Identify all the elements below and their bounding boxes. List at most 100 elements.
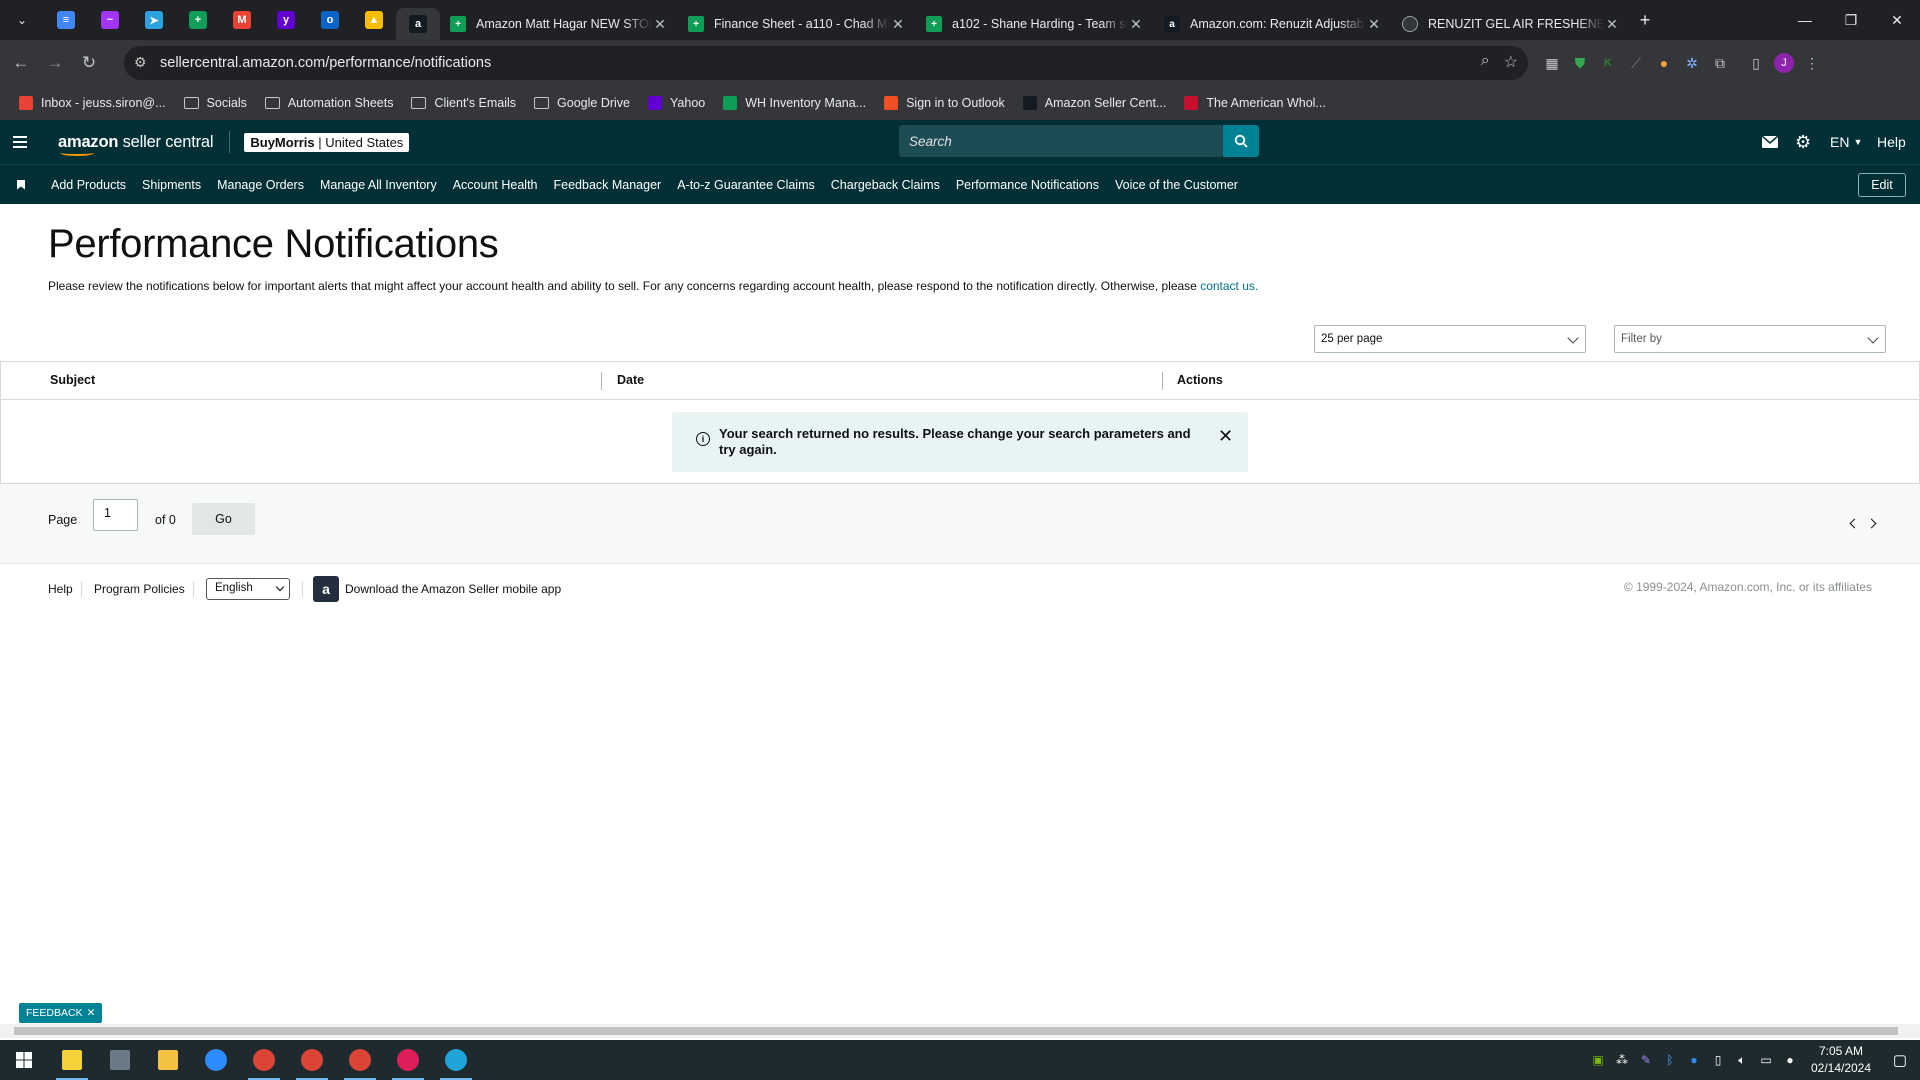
close-tab-icon[interactable]: ✕ — [1128, 16, 1144, 33]
taskbar-app[interactable] — [336, 1040, 384, 1080]
filter-select[interactable]: Filter by — [1614, 325, 1886, 353]
taskbar-app[interactable] — [96, 1040, 144, 1080]
pinned-tab[interactable]: + — [176, 0, 220, 40]
language-selector[interactable]: EN ▼ — [1830, 120, 1862, 164]
account-switcher[interactable]: BuyMorris | United States — [244, 132, 410, 152]
close-tab-icon[interactable]: ✕ — [652, 16, 668, 33]
bookmark-star-icon[interactable]: ☆ — [1504, 52, 1518, 72]
search-button[interactable] — [1223, 125, 1259, 157]
pinned-tab[interactable]: o — [308, 0, 352, 40]
zoom-icon[interactable]: ⌕ — [1481, 52, 1490, 72]
search-input[interactable]: Search — [899, 125, 1223, 157]
address-bar[interactable]: ⚙ sellercentral.amazon.com/performance/n… — [124, 46, 1528, 80]
seller-central-logo[interactable]: amazon seller central — [58, 133, 214, 156]
pen-icon[interactable]: ✎ — [1634, 1040, 1658, 1080]
extensions-puzzle-icon[interactable]: ⧉ — [1706, 46, 1734, 80]
amazon-app-icon[interactable]: a — [313, 576, 339, 602]
bookmark-item[interactable]: Yahoo — [639, 89, 714, 117]
qr-extension-icon[interactable]: ▦ — [1538, 46, 1566, 80]
nav-item[interactable]: Chargeback Claims — [831, 178, 940, 192]
taskbar-app[interactable] — [384, 1040, 432, 1080]
per-page-select[interactable]: 25 per page — [1314, 325, 1586, 353]
go-button[interactable]: Go — [192, 503, 255, 535]
bookmark-item[interactable]: Sign in to Outlook — [875, 89, 1014, 117]
mail-icon[interactable] — [1762, 120, 1778, 164]
next-page-icon[interactable] — [1866, 518, 1877, 529]
gear-extension-icon[interactable]: ✲ — [1678, 46, 1706, 80]
pinned-tab[interactable]: ≡ — [44, 0, 88, 40]
nav-item[interactable]: Account Health — [453, 178, 538, 192]
settings-gear-icon[interactable]: ⚙ — [1795, 120, 1811, 164]
pinned-tab[interactable]: a — [396, 8, 440, 40]
nav-item[interactable]: Manage All Inventory — [320, 178, 437, 192]
pinned-tab[interactable]: ▲ — [352, 0, 396, 40]
bookmark-item[interactable]: Inbox - jeuss.siron@... — [10, 89, 175, 117]
help-link[interactable]: Help — [1877, 120, 1906, 164]
nav-item[interactable]: A-to-z Guarantee Claims — [677, 178, 815, 192]
new-tab-button[interactable]: + — [1630, 0, 1660, 40]
nav-item[interactable]: Feedback Manager — [554, 178, 662, 192]
browser-tab[interactable]: RENUZIT GEL AIR FRESHENER-T✕ — [1392, 8, 1630, 40]
bookmark-item[interactable]: Client's Emails — [402, 89, 525, 117]
browser-tab[interactable]: a Amazon.com: Renuzit Adjustab ✕ — [1154, 8, 1392, 40]
bookmark-item[interactable]: The American Whol... — [1175, 89, 1335, 117]
forward-button[interactable]: → — [38, 46, 72, 80]
taskbar-app[interactable] — [240, 1040, 288, 1080]
bookmark-item[interactable]: WH Inventory Mana... — [714, 89, 875, 117]
browser-menu-icon[interactable]: ⋮ — [1798, 46, 1826, 80]
taskbar-app[interactable] — [192, 1040, 240, 1080]
battery-icon[interactable]: ▯ — [1706, 1040, 1730, 1080]
nav-item[interactable]: Add Products — [51, 178, 126, 192]
notifications-icon[interactable]: ▢ — [1880, 1040, 1920, 1080]
download-app-link[interactable]: Download the Amazon Seller mobile app — [345, 582, 561, 596]
close-window-button[interactable]: ✕ — [1874, 0, 1920, 40]
close-icon[interactable]: ✕ — [87, 1007, 96, 1019]
footer-help-link[interactable]: Help — [48, 582, 73, 596]
column-header-subject[interactable]: Subject — [50, 373, 95, 387]
bookmark-item[interactable]: Google Drive — [525, 89, 639, 117]
nav-item[interactable]: Performance Notifications — [956, 178, 1099, 192]
browser-tab[interactable]: + Finance Sheet - a110 - Chad Mo ✕ — [678, 8, 916, 40]
microphone-icon[interactable]: ● — [1778, 1040, 1802, 1080]
pinned-tab[interactable]: ~ — [88, 0, 132, 40]
horizontal-scrollbar[interactable] — [0, 1024, 1920, 1038]
taskbar-app[interactable] — [0, 1040, 48, 1080]
keepa-extension-icon[interactable]: K — [1594, 46, 1622, 80]
reload-button[interactable]: ↻ — [72, 46, 106, 80]
bookmark-item[interactable]: Amazon Seller Cent... — [1014, 89, 1176, 117]
circle-extension-icon[interactable]: ● — [1650, 46, 1678, 80]
side-panel-icon[interactable]: ▯ — [1742, 46, 1770, 80]
footer-language-select[interactable]: English — [206, 578, 290, 600]
tab-search-button[interactable]: ⌄ — [0, 0, 44, 40]
nav-item[interactable]: Shipments — [142, 178, 201, 192]
pinned-tab[interactable]: ➤ — [132, 0, 176, 40]
nav-item[interactable]: Voice of the Customer — [1115, 178, 1238, 192]
page-number-input[interactable]: 1 — [93, 499, 138, 531]
bookmark-item[interactable]: Socials — [175, 89, 256, 117]
close-icon[interactable]: ✕ — [1218, 426, 1233, 447]
bluetooth-icon[interactable]: ᛒ — [1658, 1040, 1682, 1080]
volume-icon[interactable]: 🔈︎ — [1730, 1040, 1754, 1080]
nvidia-icon[interactable]: ▣ — [1586, 1040, 1610, 1080]
clock[interactable]: 7:05 AM 02/14/2024 — [1802, 1043, 1880, 1077]
pinned-tab[interactable]: y — [264, 0, 308, 40]
bookmark-icon[interactable] — [17, 179, 25, 190]
taskbar-app[interactable] — [288, 1040, 336, 1080]
edit-nav-button[interactable]: Edit — [1858, 173, 1906, 197]
browser-tab[interactable]: + Amazon Matt Hagar NEW STORE ✕ — [440, 8, 678, 40]
back-button[interactable]: ← — [4, 46, 38, 80]
profile-avatar[interactable]: J — [1770, 46, 1798, 80]
close-tab-icon[interactable]: ✕ — [1604, 16, 1620, 33]
column-header-date[interactable]: Date — [617, 373, 644, 387]
close-tab-icon[interactable]: ✕ — [890, 16, 906, 33]
taskbar-app[interactable] — [144, 1040, 192, 1080]
feather-extension-icon[interactable]: ⟋ — [1622, 46, 1650, 80]
hamburger-menu-icon[interactable] — [0, 120, 40, 164]
network-icon[interactable]: ▭ — [1754, 1040, 1778, 1080]
contact-us-link[interactable]: contact us. — [1200, 279, 1258, 293]
shield-extension-icon[interactable]: ⛊ — [1566, 46, 1594, 80]
previous-page-icon[interactable] — [1849, 518, 1860, 529]
restore-button[interactable]: ❐ — [1828, 0, 1874, 40]
zoom-tray-icon[interactable]: ● — [1682, 1040, 1706, 1080]
taskbar-app[interactable] — [432, 1040, 480, 1080]
